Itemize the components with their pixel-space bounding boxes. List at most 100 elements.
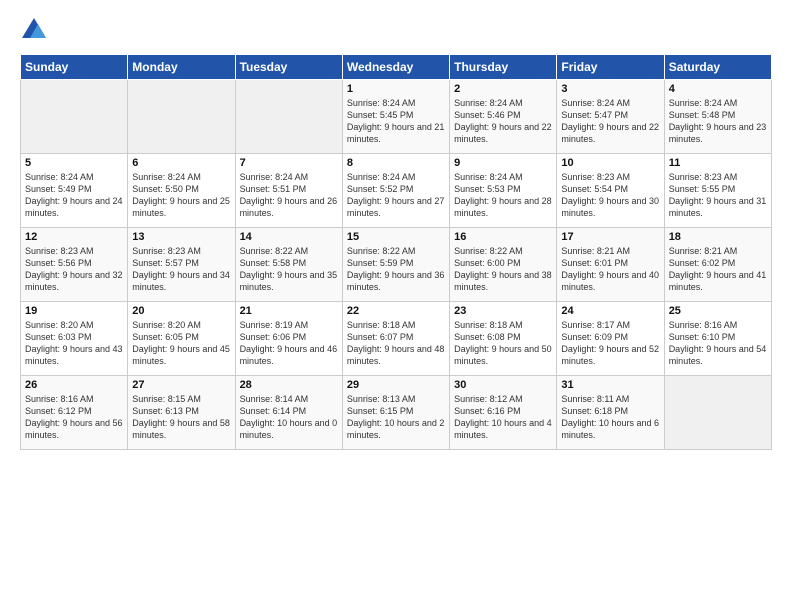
day-details: Sunrise: 8:24 AMSunset: 5:51 PMDaylight:… [240, 171, 338, 220]
week-row-4: 19 Sunrise: 8:20 AMSunset: 6:03 PMDayligh… [21, 302, 772, 376]
day-number: 12 [25, 231, 123, 243]
day-details: Sunrise: 8:24 AMSunset: 5:45 PMDaylight:… [347, 97, 445, 146]
calendar-table: SundayMondayTuesdayWednesdayThursdayFrid… [20, 54, 772, 450]
day-details: Sunrise: 8:24 AMSunset: 5:49 PMDaylight:… [25, 171, 123, 220]
day-number: 19 [25, 305, 123, 317]
day-details: Sunrise: 8:22 AMSunset: 6:00 PMDaylight:… [454, 245, 552, 294]
day-number: 29 [347, 379, 445, 391]
day-number: 8 [347, 157, 445, 169]
day-details: Sunrise: 8:23 AMSunset: 5:56 PMDaylight:… [25, 245, 123, 294]
calendar-cell: 21 Sunrise: 8:19 AMSunset: 6:06 PMDayligh… [235, 302, 342, 376]
day-details: Sunrise: 8:18 AMSunset: 6:07 PMDaylight:… [347, 319, 445, 368]
calendar-cell: 7 Sunrise: 8:24 AMSunset: 5:51 PMDaylight… [235, 154, 342, 228]
calendar-cell: 9 Sunrise: 8:24 AMSunset: 5:53 PMDaylight… [450, 154, 557, 228]
calendar-cell: 14 Sunrise: 8:22 AMSunset: 5:58 PMDayligh… [235, 228, 342, 302]
calendar-cell: 12 Sunrise: 8:23 AMSunset: 5:56 PMDayligh… [21, 228, 128, 302]
day-number: 27 [132, 379, 230, 391]
day-number: 3 [561, 83, 659, 95]
calendar-cell: 15 Sunrise: 8:22 AMSunset: 5:59 PMDayligh… [342, 228, 449, 302]
day-details: Sunrise: 8:21 AMSunset: 6:02 PMDaylight:… [669, 245, 767, 294]
week-row-1: 1Sunrise: 8:24 AMSunset: 5:45 PMDaylight… [21, 80, 772, 154]
weekday-header-tuesday: Tuesday [235, 55, 342, 80]
day-details: Sunrise: 8:23 AMSunset: 5:57 PMDaylight:… [132, 245, 230, 294]
calendar-cell: 23 Sunrise: 8:18 AMSunset: 6:08 PMDayligh… [450, 302, 557, 376]
day-number: 31 [561, 379, 659, 391]
day-details: Sunrise: 8:17 AMSunset: 6:09 PMDaylight:… [561, 319, 659, 368]
calendar-cell: 22 Sunrise: 8:18 AMSunset: 6:07 PMDayligh… [342, 302, 449, 376]
day-details: Sunrise: 8:12 AMSunset: 6:16 PMDaylight:… [454, 393, 552, 442]
day-number: 28 [240, 379, 338, 391]
day-number: 16 [454, 231, 552, 243]
day-number: 9 [454, 157, 552, 169]
day-details: Sunrise: 8:24 AMSunset: 5:52 PMDaylight:… [347, 171, 445, 220]
weekday-header-wednesday: Wednesday [342, 55, 449, 80]
weekday-header-saturday: Saturday [664, 55, 771, 80]
calendar-cell: 31 Sunrise: 8:11 AMSunset: 6:18 PMDayligh… [557, 376, 664, 450]
calendar-cell: 26Sunrise: 8:16 AMSunset: 6:12 PMDayligh… [21, 376, 128, 450]
week-row-2: 5 Sunrise: 8:24 AMSunset: 5:49 PMDaylight… [21, 154, 772, 228]
day-details: Sunrise: 8:19 AMSunset: 6:06 PMDaylight:… [240, 319, 338, 368]
day-number: 4 [669, 83, 767, 95]
day-number: 23 [454, 305, 552, 317]
calendar-cell: 11Sunrise: 8:23 AMSunset: 5:55 PMDayligh… [664, 154, 771, 228]
calendar-cell: 25 Sunrise: 8:16 AMSunset: 6:10 PMDayligh… [664, 302, 771, 376]
calendar-cell: 20Sunrise: 8:20 AMSunset: 6:05 PMDayligh… [128, 302, 235, 376]
day-number: 24 [561, 305, 659, 317]
logo-icon [20, 16, 48, 44]
day-number: 30 [454, 379, 552, 391]
day-details: Sunrise: 8:22 AMSunset: 5:59 PMDaylight:… [347, 245, 445, 294]
calendar-cell: 6 Sunrise: 8:24 AMSunset: 5:50 PMDaylight… [128, 154, 235, 228]
calendar-cell: 8 Sunrise: 8:24 AMSunset: 5:52 PMDaylight… [342, 154, 449, 228]
calendar-cell: 19 Sunrise: 8:20 AMSunset: 6:03 PMDayligh… [21, 302, 128, 376]
weekday-header-row: SundayMondayTuesdayWednesdayThursdayFrid… [21, 55, 772, 80]
day-details: Sunrise: 8:21 AMSunset: 6:01 PMDaylight:… [561, 245, 659, 294]
calendar-cell: 10 Sunrise: 8:23 AMSunset: 5:54 PMDayligh… [557, 154, 664, 228]
day-details: Sunrise: 8:20 AMSunset: 6:03 PMDaylight:… [25, 319, 123, 368]
calendar-cell: 30 Sunrise: 8:12 AMSunset: 6:16 PMDayligh… [450, 376, 557, 450]
day-details: Sunrise: 8:24 AMSunset: 5:46 PMDaylight:… [454, 97, 552, 146]
day-number: 2 [454, 83, 552, 95]
day-details: Sunrise: 8:11 AMSunset: 6:18 PMDaylight:… [561, 393, 659, 442]
day-details: Sunrise: 8:13 AMSunset: 6:15 PMDaylight:… [347, 393, 445, 442]
day-number: 6 [132, 157, 230, 169]
day-details: Sunrise: 8:18 AMSunset: 6:08 PMDaylight:… [454, 319, 552, 368]
day-details: Sunrise: 8:20 AMSunset: 6:05 PMDaylight:… [132, 319, 230, 368]
day-number: 25 [669, 305, 767, 317]
day-details: Sunrise: 8:15 AMSunset: 6:13 PMDaylight:… [132, 393, 230, 442]
day-number: 17 [561, 231, 659, 243]
week-row-3: 12 Sunrise: 8:23 AMSunset: 5:56 PMDayligh… [21, 228, 772, 302]
day-details: Sunrise: 8:24 AMSunset: 5:53 PMDaylight:… [454, 171, 552, 220]
day-number: 18 [669, 231, 767, 243]
calendar-cell: 4 Sunrise: 8:24 AMSunset: 5:48 PMDaylight… [664, 80, 771, 154]
day-number: 7 [240, 157, 338, 169]
day-details: Sunrise: 8:16 AMSunset: 6:10 PMDaylight:… [669, 319, 767, 368]
calendar-cell: 16 Sunrise: 8:22 AMSunset: 6:00 PMDayligh… [450, 228, 557, 302]
calendar-cell [235, 80, 342, 154]
day-details: Sunrise: 8:14 AMSunset: 6:14 PMDaylight:… [240, 393, 338, 442]
calendar-cell: 13 Sunrise: 8:23 AMSunset: 5:57 PMDayligh… [128, 228, 235, 302]
day-number: 14 [240, 231, 338, 243]
calendar-cell: 17 Sunrise: 8:21 AMSunset: 6:01 PMDayligh… [557, 228, 664, 302]
day-number: 15 [347, 231, 445, 243]
day-number: 11 [669, 157, 767, 169]
day-details: Sunrise: 8:24 AMSunset: 5:48 PMDaylight:… [669, 97, 767, 146]
header [20, 16, 772, 44]
weekday-header-monday: Monday [128, 55, 235, 80]
calendar-cell [664, 376, 771, 450]
day-number: 5 [25, 157, 123, 169]
calendar-cell: 18 Sunrise: 8:21 AMSunset: 6:02 PMDayligh… [664, 228, 771, 302]
day-details: Sunrise: 8:22 AMSunset: 5:58 PMDaylight:… [240, 245, 338, 294]
weekday-header-friday: Friday [557, 55, 664, 80]
day-details: Sunrise: 8:23 AMSunset: 5:54 PMDaylight:… [561, 171, 659, 220]
calendar-cell: 24 Sunrise: 8:17 AMSunset: 6:09 PMDayligh… [557, 302, 664, 376]
week-row-5: 26Sunrise: 8:16 AMSunset: 6:12 PMDayligh… [21, 376, 772, 450]
calendar-cell: 29 Sunrise: 8:13 AMSunset: 6:15 PMDayligh… [342, 376, 449, 450]
calendar-cell: 28 Sunrise: 8:14 AMSunset: 6:14 PMDayligh… [235, 376, 342, 450]
day-number: 22 [347, 305, 445, 317]
day-number: 10 [561, 157, 659, 169]
calendar-cell [128, 80, 235, 154]
day-details: Sunrise: 8:24 AMSunset: 5:50 PMDaylight:… [132, 171, 230, 220]
day-number: 21 [240, 305, 338, 317]
weekday-header-thursday: Thursday [450, 55, 557, 80]
day-number: 13 [132, 231, 230, 243]
